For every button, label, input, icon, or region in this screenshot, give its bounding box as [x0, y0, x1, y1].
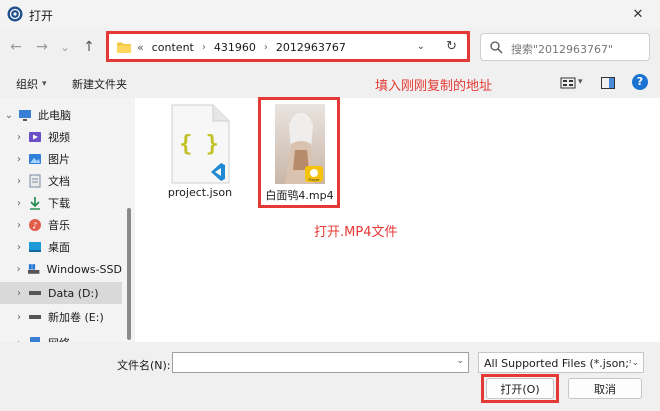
sidebar-item-label: Data (D:): [48, 286, 99, 300]
sidebar-item-pictures[interactable]: › 图片: [0, 148, 122, 170]
cancel-button[interactable]: 取消: [568, 378, 642, 399]
sidebar-item-label: 音乐: [48, 219, 70, 232]
forward-arrow-icon[interactable]: →: [33, 38, 51, 56]
chevron-right-icon[interactable]: ›: [10, 132, 28, 143]
recent-locations-chevron-icon[interactable]: ⌄: [56, 38, 74, 56]
chevron-right-icon[interactable]: ›: [10, 154, 28, 165]
breadcrumb-separator-icon[interactable]: ›: [264, 42, 268, 53]
address-dropdown-icon[interactable]: ⌄: [417, 41, 425, 52]
computer-icon: [19, 110, 31, 121]
address-bar[interactable]: « content › 431960 › 2012963767 ⌄ ↻: [106, 33, 468, 61]
cancel-button-label: 取消: [594, 382, 616, 396]
download-icon: [30, 197, 40, 210]
command-bar: 组织 ▾ 新建文件夹 填入刚刚复制的地址 ▾ ?: [0, 68, 660, 98]
chevron-right-icon[interactable]: ›: [10, 220, 28, 231]
sidebar-item-label: 视频: [48, 131, 70, 144]
chevron-right-icon[interactable]: ›: [10, 242, 28, 253]
up-arrow-icon[interactable]: ↑: [80, 38, 98, 56]
svg-text:♪: ♪: [32, 222, 38, 232]
video-thumbnail-icon: Player: [274, 104, 325, 184]
file-item-selected[interactable]: Player 白面鸮4.mp4: [263, 101, 336, 203]
view-chevron-icon[interactable]: ▾: [578, 77, 583, 87]
breadcrumb-item[interactable]: 431960: [214, 41, 256, 54]
new-folder-button[interactable]: 新建文件夹: [72, 76, 127, 92]
sidebar-item-downloads[interactable]: › 下载: [0, 192, 122, 214]
sidebar-item-windows-ssd[interactable]: › Windows-SSD: [0, 258, 122, 280]
sidebar-item-label: 此电脑: [38, 109, 71, 122]
navigation-pane: ⌄ 此电脑 › 视频 › 图片 › 文档 › 下载 › ♪ 音乐 › 桌面 › …: [0, 98, 135, 342]
file-item[interactable]: { } project.json: [162, 100, 238, 199]
breadcrumb-item[interactable]: content: [152, 41, 194, 54]
drive-icon: [28, 264, 40, 274]
player-badge: Player: [308, 178, 319, 182]
filename-input[interactable]: ⌄: [172, 352, 469, 373]
file-type-dropdown-icon[interactable]: ⌄: [631, 358, 639, 368]
view-options-icon[interactable]: [560, 75, 576, 91]
video-icon: [29, 132, 41, 142]
search-input[interactable]: 搜索"2012963767": [511, 41, 613, 57]
search-icon: [490, 41, 503, 54]
breadcrumb-separator-icon[interactable]: ›: [202, 42, 206, 53]
sidebar-item-label: 图片: [48, 153, 70, 166]
sidebar-item-network[interactable]: › 网络: [0, 332, 122, 342]
address-annotation: 填入刚刚复制的地址: [375, 79, 493, 94]
chevron-down-icon[interactable]: ⌄: [0, 110, 18, 121]
sidebar-item-label: 网络: [48, 335, 70, 342]
sidebar-item-data-d[interactable]: › Data (D:): [0, 282, 122, 304]
refresh-icon[interactable]: ↻: [446, 39, 457, 54]
chevron-right-icon[interactable]: ›: [10, 288, 28, 299]
drive-icon: [29, 291, 41, 295]
app-icon: [7, 6, 23, 22]
breadcrumb-overflow[interactable]: «: [137, 41, 144, 54]
open-button[interactable]: 打开(O): [486, 378, 554, 399]
chevron-right-icon[interactable]: ›: [10, 198, 28, 209]
chevron-right-icon[interactable]: ›: [10, 264, 27, 275]
organize-label: 组织: [16, 78, 38, 91]
search-box[interactable]: 搜索"2012963767": [480, 33, 650, 61]
filename-label: 文件名(N):: [117, 359, 171, 372]
sidebar-item-music[interactable]: › ♪ 音乐: [0, 214, 122, 236]
new-folder-label: 新建文件夹: [72, 78, 127, 91]
back-arrow-icon[interactable]: ←: [7, 38, 25, 56]
sidebar-item-label: 下载: [48, 197, 70, 210]
sidebar-item-label: 桌面: [48, 241, 70, 254]
picture-icon: [29, 154, 41, 164]
sidebar-item-this-pc[interactable]: ⌄ 此电脑: [0, 104, 122, 126]
open-button-label: 打开(O): [500, 382, 540, 396]
close-icon: ✕: [632, 6, 644, 22]
chevron-right-icon[interactable]: ›: [10, 176, 28, 187]
desktop-icon: [29, 242, 41, 252]
file-name: 白面鸮4.mp4: [265, 189, 334, 202]
title-bar: 打开 ✕: [0, 0, 660, 28]
close-button[interactable]: ✕: [616, 0, 660, 28]
sidebar-item-videos[interactable]: › 视频: [0, 126, 122, 148]
preview-pane-icon[interactable]: [600, 75, 616, 91]
breadcrumb: « content › 431960 › 2012963767: [137, 41, 346, 54]
help-icon[interactable]: ?: [632, 74, 648, 90]
sidebar-item-new-volume-e[interactable]: › 新加卷 (E:): [0, 306, 122, 328]
chevron-down-icon: ▾: [42, 79, 47, 89]
sidebar-item-label: 新加卷 (E:): [48, 311, 104, 324]
breadcrumb-item[interactable]: 2012963767: [276, 41, 346, 54]
file-type-select[interactable]: All Supported Files (*.json;*. ⌄: [478, 352, 644, 373]
sidebar-item-label: 文档: [48, 175, 70, 188]
file-type-value: All Supported Files (*.json;*.: [484, 357, 638, 370]
drive-icon: [29, 315, 41, 319]
music-icon: ♪: [29, 219, 41, 232]
chevron-right-icon[interactable]: ›: [10, 312, 28, 323]
sidebar-scrollbar-thumb[interactable]: [127, 208, 131, 340]
sidebar-item-desktop[interactable]: › 桌面: [0, 236, 122, 258]
document-icon: [29, 174, 41, 188]
sidebar-item-label: Windows-SSD: [46, 262, 122, 276]
svg-text:{ }: { }: [179, 132, 219, 157]
sidebar-item-documents[interactable]: › 文档: [0, 170, 122, 192]
organize-menu[interactable]: 组织 ▾: [16, 76, 47, 92]
folder-icon: [117, 42, 131, 53]
window-title: 打开: [29, 9, 54, 23]
json-file-icon: { }: [171, 104, 230, 184]
file-annotation: 打开.MP4文件: [314, 225, 398, 240]
file-name: project.json: [167, 186, 233, 199]
filename-dropdown-icon[interactable]: ⌄: [456, 356, 464, 366]
